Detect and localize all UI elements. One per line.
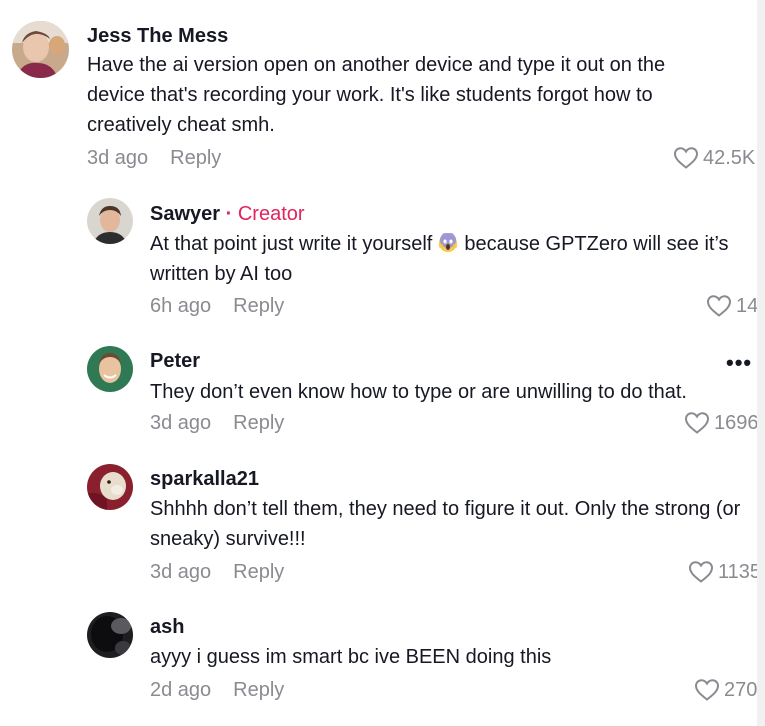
comment-meta: 2d ago Reply xyxy=(150,679,284,702)
avatar[interactable] xyxy=(87,612,133,658)
comment-time: 3d ago xyxy=(150,412,212,434)
comment-meta: 3d ago Reply xyxy=(87,147,221,170)
comment-text: They don’t even know how to type or are … xyxy=(150,381,687,403)
comment-author[interactable]: Jess The Mess xyxy=(87,25,228,48)
comment-time: 3d ago xyxy=(87,147,149,169)
heart-outline-icon xyxy=(706,295,732,317)
comment-author[interactable]: Peter xyxy=(150,350,200,373)
heart-outline-icon xyxy=(673,147,699,169)
reply-button[interactable]: Reply xyxy=(233,412,284,434)
comment-author[interactable]: sparkalla21 xyxy=(150,468,259,491)
scrollbar-track[interactable] xyxy=(757,0,765,726)
more-options-icon[interactable]: ••• xyxy=(726,350,752,376)
comment-text: At that point just write it yourself beca… xyxy=(150,229,750,289)
avatar[interactable] xyxy=(87,198,133,244)
like-button[interactable]: 1135 xyxy=(688,560,761,584)
like-button[interactable]: 14 xyxy=(706,294,758,318)
creator-badge: Creator xyxy=(237,203,305,225)
comment-text: Have the ai version open on another devi… xyxy=(87,54,666,136)
screaming-face-emoji xyxy=(439,233,458,252)
like-button[interactable]: 270 xyxy=(694,678,757,702)
reply-button[interactable]: Reply xyxy=(170,147,221,169)
comment-meta: 6h ago Reply xyxy=(150,295,284,318)
like-count: 42.5K xyxy=(703,146,756,169)
like-count: 270 xyxy=(724,678,758,701)
avatar[interactable] xyxy=(87,464,133,510)
like-count: 1696 xyxy=(714,411,759,434)
comment-time: 3d ago xyxy=(150,561,212,583)
comment-text: Shhhh don’t tell them, they need to figu… xyxy=(150,498,741,550)
separator: · xyxy=(225,203,233,225)
heart-outline-icon xyxy=(694,679,720,701)
like-button[interactable]: 1696 xyxy=(684,411,759,435)
comment-time: 2d ago xyxy=(150,679,212,701)
reply-button[interactable]: Reply xyxy=(233,679,284,701)
comment-meta: 3d ago Reply xyxy=(150,412,284,435)
comment-meta: 3d ago Reply xyxy=(150,561,284,584)
comment-time: 6h ago xyxy=(150,295,212,317)
author-name[interactable]: Sawyer xyxy=(150,203,220,225)
heart-outline-icon xyxy=(684,412,710,434)
comment-text: ayyy i guess im smart bc ive BEEN doing … xyxy=(150,646,552,668)
comment-author[interactable]: ash xyxy=(150,616,184,639)
comment-thread: Jess The Mess Have the ai version open o… xyxy=(0,0,765,726)
comment-text-part: At that point just write it yourself xyxy=(150,233,433,255)
heart-outline-icon xyxy=(688,561,714,583)
avatar[interactable] xyxy=(12,21,69,78)
comment-author: Sawyer · Creator xyxy=(150,203,305,226)
reply-button[interactable]: Reply xyxy=(233,561,284,583)
like-count: 14 xyxy=(736,294,759,317)
like-count: 1135 xyxy=(718,560,762,583)
avatar[interactable] xyxy=(87,346,133,392)
reply-button[interactable]: Reply xyxy=(233,295,284,317)
like-button[interactable]: 42.5K xyxy=(673,146,755,170)
